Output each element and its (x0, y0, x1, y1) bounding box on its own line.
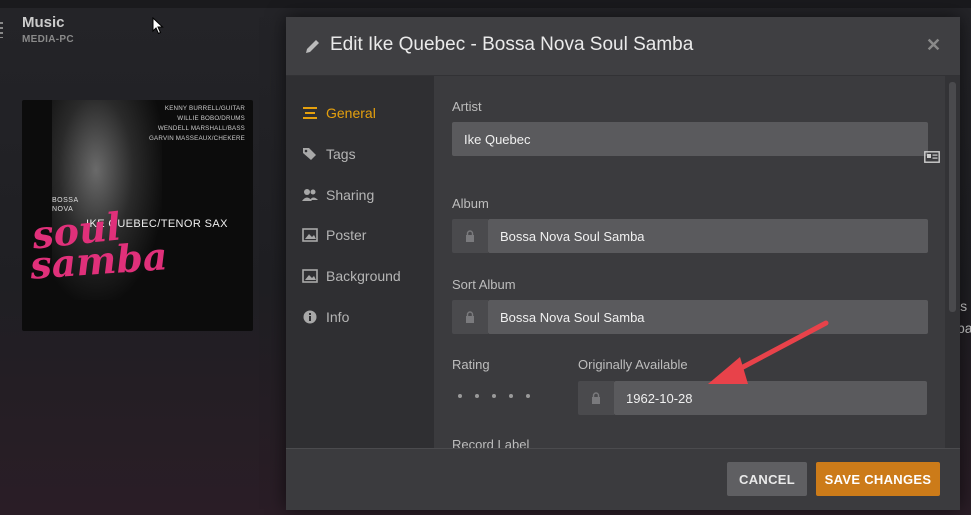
image-icon (302, 228, 318, 242)
lock-icon (592, 392, 600, 404)
scrollbar-thumb[interactable] (949, 82, 956, 312)
tags-icon (303, 148, 316, 160)
tab-tags-label: Tags (326, 146, 356, 162)
dialog-header: Edit Ike Quebec - Bossa Nova Soul Samba … (286, 17, 960, 76)
credit-line: WILLIE BOBO/DRUMS (177, 115, 245, 122)
originally-available-label: Originally Available (578, 357, 688, 372)
tab-info-label: Info (326, 309, 350, 325)
top-bar (0, 0, 971, 8)
album-field[interactable]: Bossa Nova Soul Samba (488, 219, 928, 253)
general-form: Artist Ike Quebec Album Bossa Nova Soul … (434, 76, 945, 448)
sort-album-label: Sort Album (452, 277, 516, 292)
save-changes-button[interactable]: SAVE CHANGES (816, 462, 940, 496)
rating-star[interactable] (492, 394, 496, 398)
image-icon (302, 269, 318, 283)
dialog-sidebar: General Tags Sharing Poster Background I… (286, 76, 434, 448)
sort-album-lock-button[interactable] (452, 300, 488, 334)
sort-album-value: Bossa Nova Soul Samba (500, 309, 645, 325)
album-value: Bossa Nova Soul Samba (500, 228, 645, 244)
album-cover-credits: KENNY BURRELL/GUITAR WILLIE BOBO/DRUMS W… (149, 104, 245, 144)
menu-icon[interactable] (0, 22, 3, 38)
originally-available-lock-button[interactable] (578, 381, 614, 415)
artist-label: Artist (452, 99, 482, 114)
album-lock-button[interactable] (452, 219, 488, 253)
rating-label: Rating (452, 357, 490, 372)
credit-line: KENNY BURRELL/GUITAR (164, 105, 245, 112)
album-label: Album (452, 196, 489, 211)
album-cover-samba: samba (28, 233, 169, 288)
users-icon (302, 189, 318, 201)
tab-background-label: Background (326, 268, 401, 284)
tab-sharing-label: Sharing (326, 187, 375, 203)
tab-general-label: General (326, 105, 376, 121)
rating-star[interactable] (458, 394, 462, 398)
lock-icon (466, 230, 474, 242)
tab-general[interactable]: General (302, 102, 376, 124)
tab-info[interactable]: Info (302, 306, 349, 328)
tab-tags[interactable]: Tags (302, 143, 356, 165)
tab-sharing[interactable]: Sharing (302, 184, 374, 206)
info-icon (303, 310, 317, 324)
pencil-icon (306, 40, 319, 53)
lock-icon (466, 311, 474, 323)
rating-star[interactable] (509, 394, 513, 398)
tab-poster[interactable]: Poster (302, 224, 366, 246)
close-icon[interactable]: ✕ (926, 35, 941, 56)
record-label-label: Record Label (452, 437, 530, 448)
library-server: MEDIA-PC (22, 34, 74, 45)
cancel-button[interactable]: CANCEL (727, 462, 807, 496)
credit-line: GARVIN MASSEAUX/CHEKERE (149, 135, 245, 142)
artist-field[interactable]: Ike Quebec (452, 122, 928, 156)
artist-value: Ike Quebec (464, 131, 531, 147)
rating-star[interactable] (526, 394, 530, 398)
rating-stars[interactable] (458, 394, 530, 398)
list-icon (303, 107, 317, 119)
library-title[interactable]: Music (22, 14, 65, 31)
dialog-title: Edit Ike Quebec - Bossa Nova Soul Samba (330, 34, 694, 55)
contact-card-icon[interactable] (924, 151, 940, 163)
credit-line: WENDELL MARSHALL/BASS (157, 125, 245, 132)
form-scrollbar[interactable] (945, 76, 960, 448)
dialog-footer: CANCEL SAVE CHANGES (286, 448, 960, 510)
tab-background[interactable]: Background (302, 265, 401, 287)
originally-available-value: 1962-10-28 (626, 390, 693, 406)
sort-album-field[interactable]: Bossa Nova Soul Samba (488, 300, 928, 334)
edit-dialog: Edit Ike Quebec - Bossa Nova Soul Samba … (286, 17, 960, 510)
rating-star[interactable] (475, 394, 479, 398)
originally-available-field[interactable]: 1962-10-28 (614, 381, 927, 415)
tab-poster-label: Poster (326, 227, 367, 243)
album-cover: KENNY BURRELL/GUITAR WILLIE BOBO/DRUMS W… (22, 100, 253, 331)
mouse-cursor-icon (152, 17, 164, 35)
